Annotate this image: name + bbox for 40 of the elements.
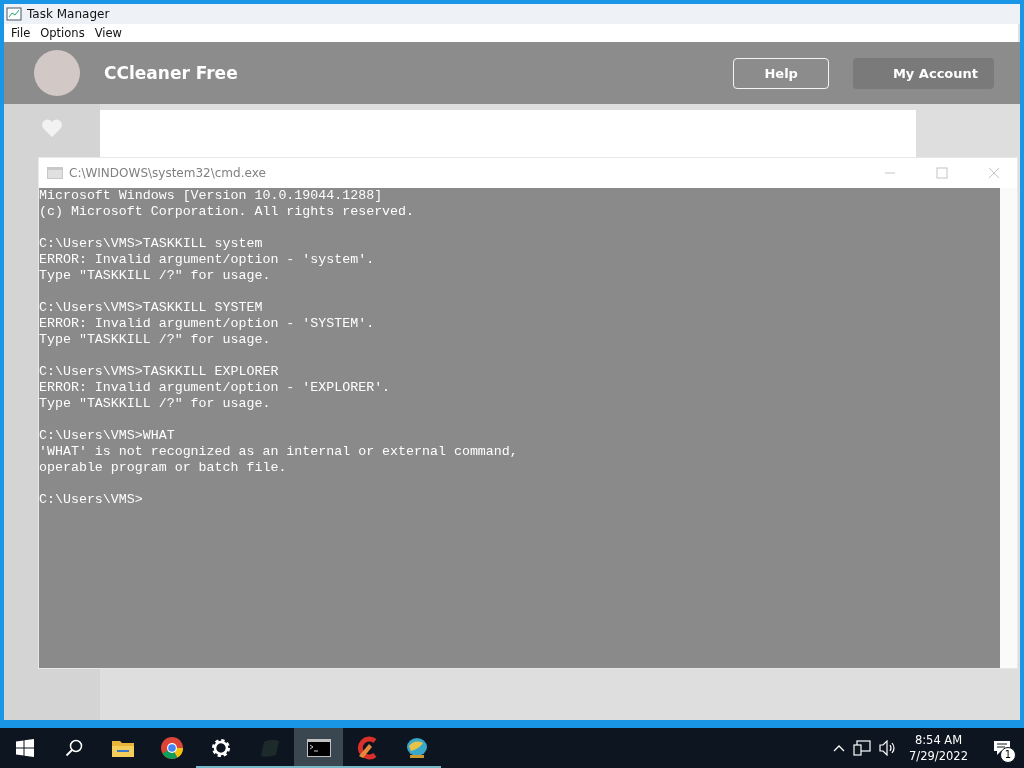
window-title: Task Manager (27, 7, 110, 21)
speaker-icon[interactable] (879, 740, 898, 756)
menu-item[interactable]: Options (35, 26, 90, 40)
console-line: 'WHAT' is not recognized as an internal or external command, (39, 444, 519, 460)
logo-icon (34, 50, 80, 96)
console-line: Type "TASKKILL /?" for usage. (39, 268, 272, 284)
console-line: operable program or batch file. (39, 460, 288, 476)
chrome-icon (159, 736, 184, 760)
search-icon[interactable] (64, 739, 83, 757)
clock-date[interactable]: 7/29/2022 (909, 748, 968, 764)
account-button[interactable]: My Account (852, 57, 994, 89)
console-icon (47, 167, 63, 179)
folder-icon (110, 738, 135, 758)
taskbar-app[interactable] (294, 728, 343, 768)
console-line: (c) Microsoft Corporation. All rights reserved. (39, 204, 416, 220)
console-line: C:\Users\VMS>TASKKILL system (39, 236, 264, 252)
notification-badge: 1 (1000, 747, 1016, 763)
clock-time[interactable]: 8:54 AM (914, 732, 963, 748)
console-line: Type "TASKKILL /?" for usage. (39, 396, 272, 412)
terminal-icon (306, 739, 331, 757)
gear-icon (209, 737, 232, 759)
scrollbar[interactable] (1000, 188, 1017, 668)
console-line: C:\Users\VMS>WHAT (39, 428, 176, 444)
menu-item[interactable]: View (89, 26, 127, 40)
console-line: C:\Users\VMS> (39, 492, 144, 508)
chart-window-icon (6, 6, 22, 22)
app-title: CCleaner Free (104, 63, 238, 83)
console-line: Type "TASKKILL /?" for usage. (39, 332, 272, 348)
console-line: Microsoft Windows [Version 10.0.19044.1288] (39, 188, 384, 204)
windows-logo-icon[interactable] (15, 739, 34, 757)
window-title: C:\WINDOWS\system32\cmd.exe (69, 166, 266, 180)
menu-item[interactable]: File (6, 26, 36, 40)
console-line: ERROR: Invalid argument/option - 'EXPLORER'. (39, 380, 392, 396)
console-line: C:\Users\VMS>TASKKILL EXPLORER (39, 364, 280, 380)
console-line: ERROR: Invalid argument/option - 'system'. (39, 252, 376, 268)
network-icon[interactable] (853, 740, 872, 756)
globe-icon (404, 737, 429, 759)
chevron-up-icon[interactable] (833, 744, 846, 752)
console-line: C:\Users\VMS>TASKKILL SYSTEM (39, 300, 264, 316)
console-line: ERROR: Invalid argument/option - 'SYSTEM'. (39, 316, 376, 332)
